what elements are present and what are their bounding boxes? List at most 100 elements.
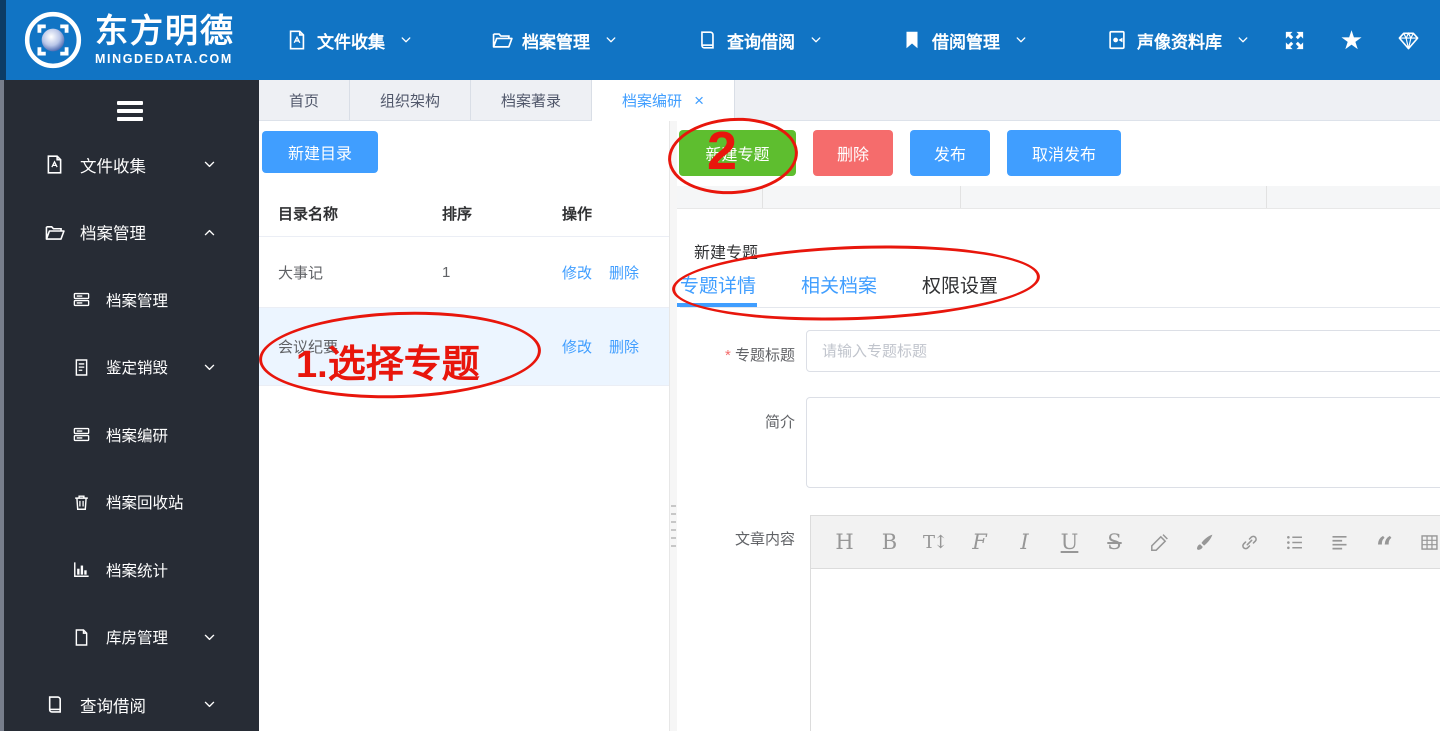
catalog-table-body: 大事记 1 修改 删除 会议纪要 修改 删除	[259, 237, 669, 386]
section-title: 新建专题	[694, 245, 759, 262]
topic-title-input[interactable]	[806, 330, 1440, 372]
panel-splitter[interactable]	[670, 121, 677, 731]
topic-button-1[interactable]: 删除	[813, 130, 893, 176]
topic-title-label: 专题标题	[677, 344, 795, 365]
brand-domain: MINGDEDATA.COM	[95, 51, 233, 66]
chevron-down-icon	[604, 33, 618, 47]
nav-item-1[interactable]: 档案管理	[491, 28, 618, 53]
nav-item-0[interactable]: 文件收集	[286, 28, 413, 53]
row-name: 会议纪要	[278, 339, 339, 356]
sidebar-item-label: 档案统计	[106, 562, 169, 580]
tab-label: 档案编研	[622, 92, 683, 110]
chevron-down-icon	[1014, 33, 1028, 47]
tool-strikethrough-icon[interactable]: S	[1102, 530, 1127, 555]
new-directory-button[interactable]: 新建目录	[262, 131, 378, 173]
sidebar-item-8[interactable]: 查询借阅	[0, 671, 259, 731]
topic-tab-2[interactable]: 权限设置	[922, 262, 998, 307]
edit-link[interactable]: 修改	[562, 336, 592, 357]
topic-tab-0[interactable]: 专题详情	[676, 262, 758, 307]
delete-link[interactable]: 删除	[609, 336, 639, 357]
sidebar-item-5[interactable]: 档案回收站	[0, 469, 259, 537]
nav-item-4[interactable]: 声像资料库	[1106, 28, 1250, 53]
tool-quote-icon[interactable]: “	[1372, 530, 1397, 566]
chevron-down-icon	[1236, 33, 1250, 47]
tool-heading-icon[interactable]: H	[832, 530, 857, 555]
expand-icon[interactable]	[1283, 29, 1306, 52]
nav-item-label: 查询借阅	[727, 32, 795, 52]
intro-textarea[interactable]	[806, 397, 1440, 488]
sidebar-item-label: 查询借阅	[80, 697, 146, 716]
nav-item-2[interactable]: 查询借阅	[696, 28, 823, 53]
delete-link[interactable]: 删除	[609, 262, 639, 283]
tool-align-icon[interactable]	[1327, 530, 1352, 555]
sidebar-collapse-button[interactable]	[116, 101, 143, 121]
app-header: 东方明德 MINGDEDATA.COM 文件收集 档案管理 查询借阅 借阅管理 …	[0, 0, 1440, 80]
row-actions: 修改 删除	[562, 336, 669, 357]
topic-button-3[interactable]: 取消发布	[1007, 130, 1121, 176]
sidebar-item-2[interactable]: 档案管理	[0, 266, 259, 334]
topic-button-0[interactable]: 新建专题	[679, 130, 796, 176]
sidebar-item-6[interactable]: 档案统计	[0, 536, 259, 604]
tab-label: 档案著录	[501, 92, 562, 110]
sidebar-item-label: 库房管理	[106, 630, 169, 648]
nav-item-3[interactable]: 借阅管理	[901, 28, 1028, 53]
page-icon	[72, 628, 91, 647]
sidebar-item-1[interactable]: 档案管理	[0, 199, 259, 267]
server-icon	[72, 290, 91, 309]
tool-font-style-icon[interactable]: F	[967, 530, 992, 555]
brand-logo-icon	[24, 11, 82, 69]
gem-icon[interactable]	[1397, 29, 1420, 52]
tool-bold-icon[interactable]: B	[877, 530, 902, 555]
nav-item-label: 声像资料库	[1137, 32, 1222, 52]
star-glyph: ★	[1339, 25, 1364, 55]
edit-link[interactable]: 修改	[562, 262, 592, 283]
main-nav: 文件收集 档案管理 查询借阅 借阅管理 声像资料库	[286, 28, 1250, 53]
tool-font-size-icon[interactable]: T↕	[922, 530, 948, 555]
tab-label: 组织架构	[380, 92, 441, 110]
tool-italic-icon[interactable]: I	[1012, 530, 1037, 555]
chart-icon	[72, 560, 91, 579]
editor-content-area[interactable]	[811, 569, 1440, 731]
tab-2[interactable]: 档案著录	[471, 80, 593, 120]
topic-button-2[interactable]: 发布	[910, 130, 990, 176]
close-icon[interactable]: ×	[694, 92, 704, 109]
media-icon	[1106, 29, 1128, 51]
tool-link-icon[interactable]	[1237, 530, 1262, 555]
content-label: 文章内容	[734, 531, 795, 548]
star-icon[interactable]: ★	[1339, 25, 1364, 55]
brand-logo[interactable]: 东方明德 MINGDEDATA.COM	[24, 11, 256, 69]
intro-label: 简介	[764, 414, 795, 431]
sidebar-item-label: 档案编研	[106, 427, 169, 445]
table-row-0[interactable]: 大事记 1 修改 删除	[259, 237, 669, 308]
topic-tabs: 专题详情 相关档案 权限设置	[676, 262, 1440, 308]
tool-underline-icon[interactable]: U	[1057, 530, 1082, 555]
splitter-grip-icon	[671, 505, 676, 553]
sidebar-item-0[interactable]: 文件收集	[0, 131, 259, 199]
tab-label: 首页	[289, 92, 320, 110]
tab-0[interactable]: 首页	[259, 80, 351, 120]
server-icon	[72, 425, 91, 444]
tab-1[interactable]: 组织架构	[350, 80, 472, 120]
trash-icon	[72, 493, 91, 512]
sidebar-item-4[interactable]: 档案编研	[0, 401, 259, 469]
nav-item-label: 借阅管理	[932, 32, 1000, 52]
topic-tab-1[interactable]: 相关档案	[801, 262, 877, 307]
file-doc-icon	[44, 154, 65, 175]
tool-pen-icon[interactable]	[1147, 530, 1172, 555]
tab-3[interactable]: 档案编研 ×	[592, 80, 735, 121]
folder-open-icon	[44, 222, 65, 243]
chevron-down-icon	[202, 157, 217, 172]
chevron-down-icon	[202, 697, 217, 712]
topic-toolbar: 新建专题 删除 发布 取消发布	[679, 130, 1121, 176]
chevron-down-icon	[399, 33, 413, 47]
column-order: 排序	[442, 205, 473, 223]
row-actions: 修改 删除	[562, 262, 669, 283]
nav-item-label: 档案管理	[522, 32, 590, 52]
sidebar-item-7[interactable]: 库房管理	[0, 604, 259, 672]
table-row-1[interactable]: 会议纪要 修改 删除	[259, 308, 669, 386]
tool-bullet-list-icon[interactable]	[1282, 530, 1307, 555]
catalog-panel: 新建目录 目录名称 排序 操作 大事记 1 修改 删除 会议纪要 修改 删除	[259, 121, 670, 731]
tool-table-icon[interactable]	[1417, 530, 1440, 555]
sidebar-item-3[interactable]: 鉴定销毁	[0, 334, 259, 402]
tool-brush-icon[interactable]	[1192, 530, 1217, 555]
